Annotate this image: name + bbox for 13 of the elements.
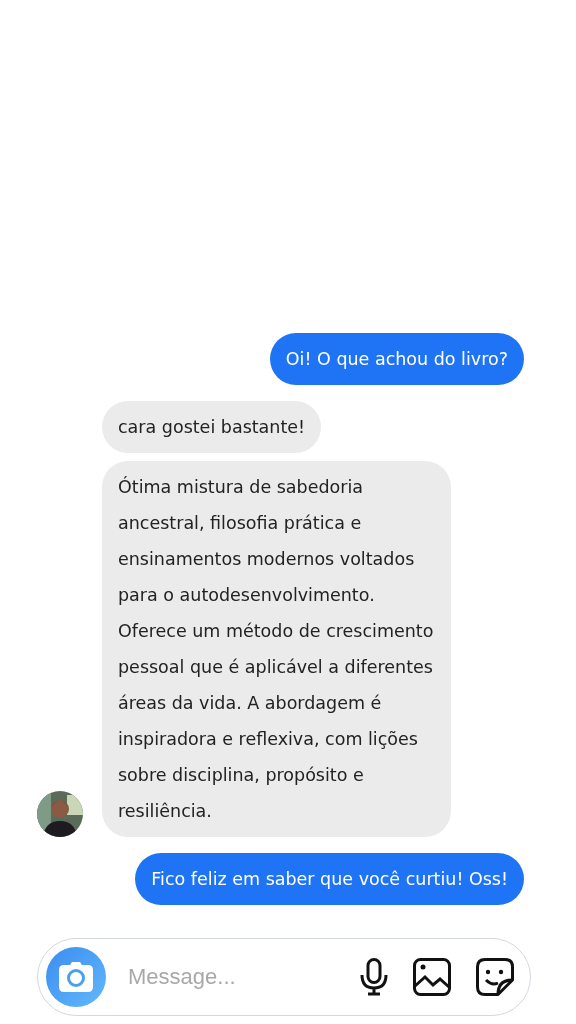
camera-icon xyxy=(59,962,93,992)
microphone-icon xyxy=(360,958,388,996)
message-bubble: Ótima mistura de sabedoria ancestral, filosofia prática e ensinamentos modernos voltados para o autodesenvolvimento. Oferece um método de crescimento pessoal que é aplicável a diferentes áreas da vida. A abordagem é inspiradora e reflexiva, com lições sobre disciplina, propósito e resiliência. xyxy=(102,461,451,837)
sticker-icon xyxy=(476,958,514,996)
image-icon xyxy=(413,958,451,996)
message-bubble: Oi! O que achou do livro? xyxy=(269,333,524,385)
sticker-button[interactable] xyxy=(476,958,514,996)
microphone-button[interactable] xyxy=(360,958,388,996)
image-button[interactable] xyxy=(413,958,451,996)
message-bubble: cara gostei bastante! xyxy=(102,401,322,453)
message-field[interactable]: Message... xyxy=(126,963,335,991)
message-bubble: Fico feliz em saber que você curtiu! Oss! xyxy=(135,853,524,905)
camera-button[interactable] xyxy=(46,947,106,1007)
